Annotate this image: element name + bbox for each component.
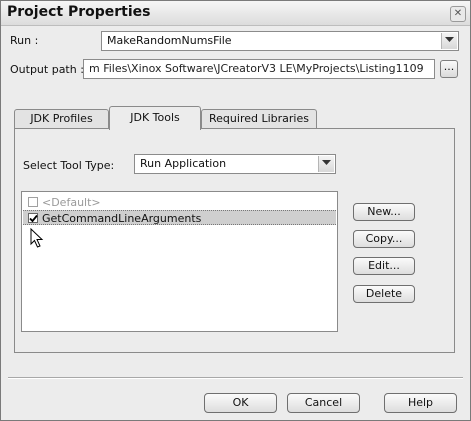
tool-type-dropdown-button[interactable] xyxy=(318,156,334,172)
cancel-button[interactable]: Cancel xyxy=(287,393,360,413)
footer-divider xyxy=(8,377,463,379)
browse-button[interactable]: ... xyxy=(440,60,458,78)
new-button[interactable]: New... xyxy=(353,203,415,221)
list-item-label: GetCommandLineArguments xyxy=(42,212,202,225)
title-bar[interactable]: Project Properties ✕ xyxy=(1,1,470,26)
run-label: Run : xyxy=(10,34,39,47)
checkbox[interactable] xyxy=(28,197,38,207)
chevron-down-icon xyxy=(322,160,331,165)
tool-type-value: Run Application xyxy=(140,157,227,170)
tab-required-libraries[interactable]: Required Libraries xyxy=(201,109,317,129)
close-icon[interactable]: ✕ xyxy=(450,6,466,22)
delete-button[interactable]: Delete xyxy=(353,285,415,303)
check-icon xyxy=(29,214,38,223)
list-item-label: <Default> xyxy=(42,196,101,209)
help-button[interactable]: Help xyxy=(384,393,457,413)
mouse-cursor-icon xyxy=(30,228,44,248)
chevron-down-icon xyxy=(445,37,454,42)
list-item-selected[interactable]: GetCommandLineArguments xyxy=(23,210,336,225)
output-path-value: m Files\Xinox Software\JCreatorV3 LE\MyP… xyxy=(89,62,424,75)
output-path-field[interactable]: m Files\Xinox Software\JCreatorV3 LE\MyP… xyxy=(83,59,435,79)
run-select-value: MakeRandomNumsFile xyxy=(107,34,232,47)
ok-button[interactable]: OK xyxy=(204,393,277,413)
output-path-label: Output path : xyxy=(10,63,84,76)
project-properties-dialog: Project Properties ✕ Run : MakeRandomNum… xyxy=(0,0,471,421)
tools-listbox[interactable]: <Default> GetCommandLineArguments xyxy=(21,191,338,332)
dialog-title: Project Properties xyxy=(7,4,151,20)
run-select[interactable]: MakeRandomNumsFile xyxy=(101,31,459,51)
copy-button[interactable]: Copy... xyxy=(353,230,415,248)
run-dropdown-button[interactable] xyxy=(441,33,457,49)
tab-jdk-tools[interactable]: JDK Tools xyxy=(109,106,201,130)
tab-jdk-profiles[interactable]: JDK Profiles xyxy=(14,109,109,129)
checkbox-checked[interactable] xyxy=(28,213,38,223)
list-item[interactable]: <Default> xyxy=(23,195,336,210)
tool-type-select[interactable]: Run Application xyxy=(134,154,336,174)
tool-type-label: Select Tool Type: xyxy=(23,159,115,172)
edit-button[interactable]: Edit... xyxy=(353,257,415,275)
